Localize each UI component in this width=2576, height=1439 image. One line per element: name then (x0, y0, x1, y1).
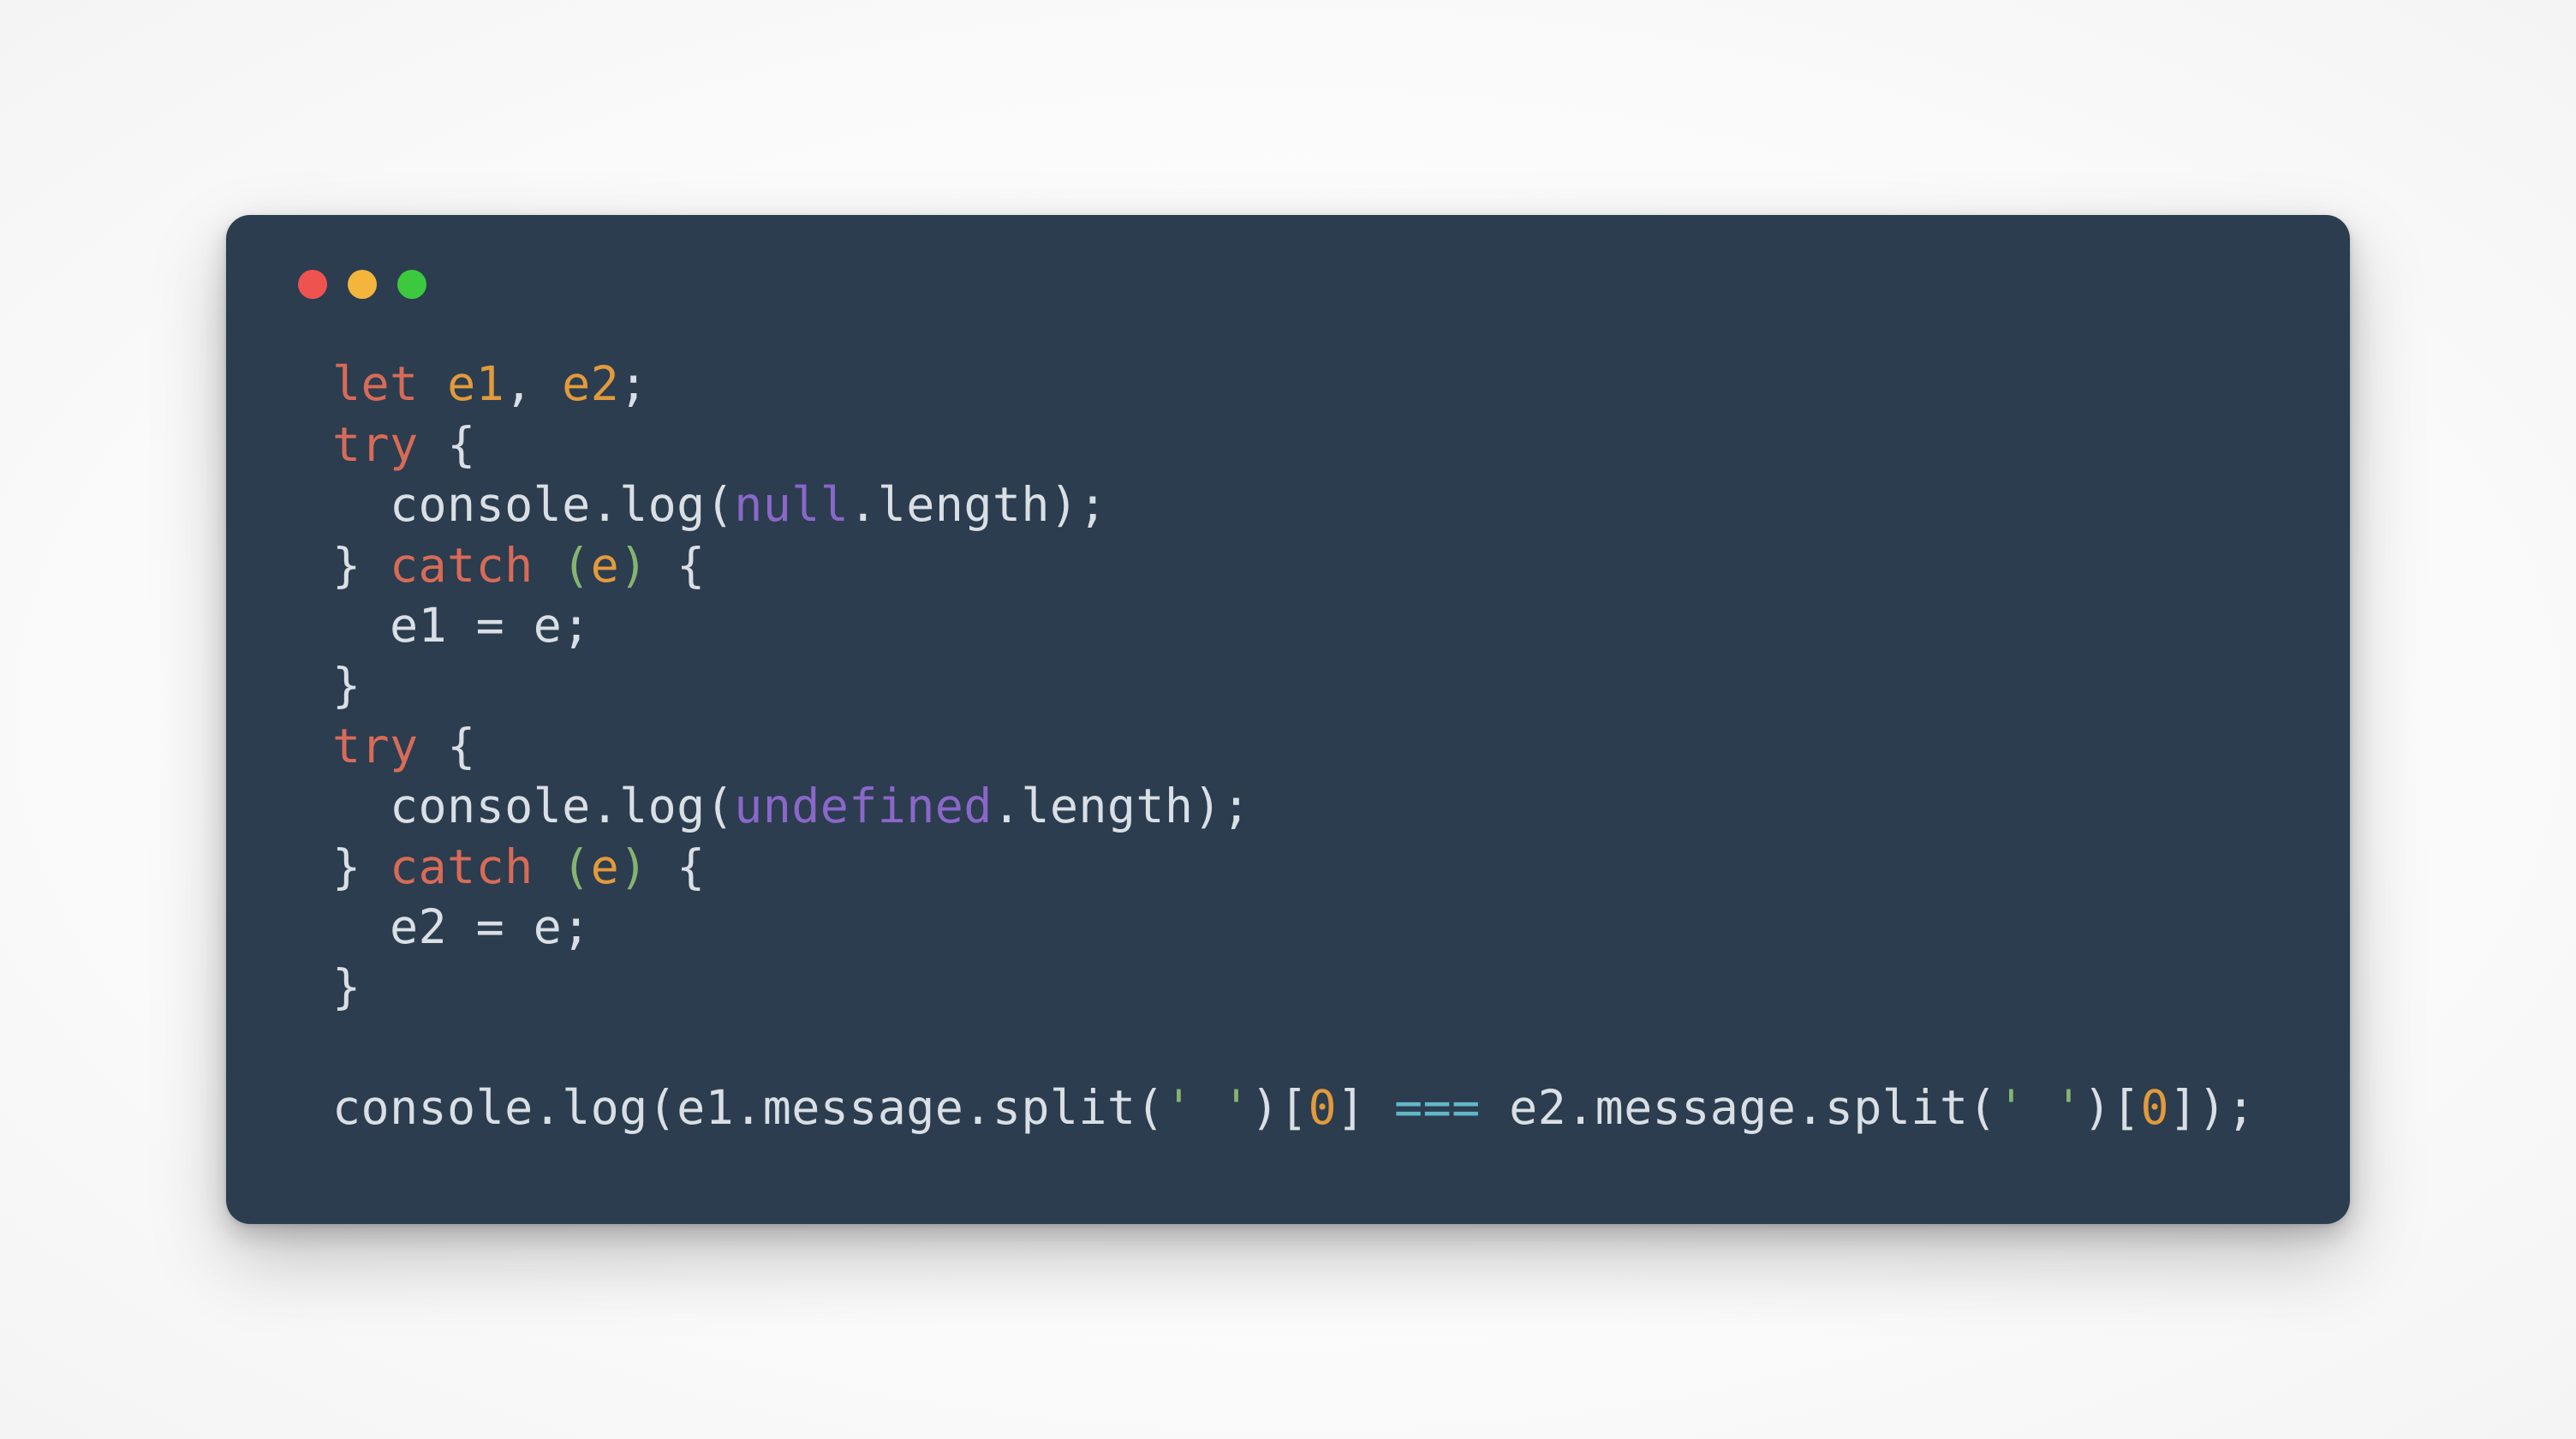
code-token: try (332, 719, 447, 773)
stage: let e1, e2; try { console.log(null.lengt… (0, 0, 2576, 1439)
code-token: { (447, 417, 476, 472)
code-token: log (562, 1080, 648, 1135)
code-token: e1 (677, 1080, 734, 1135)
code-token: } (332, 658, 361, 713)
code-token: . (734, 1080, 763, 1135)
code-token: . (1796, 1080, 1825, 1135)
code-token: ' ' (1997, 1080, 2084, 1135)
code-token: { (648, 839, 706, 894)
code-token: { (648, 538, 706, 593)
code-token: ( (562, 538, 591, 593)
code-token: log (619, 779, 706, 833)
code-token: ); (1193, 779, 1250, 833)
code-token: console (332, 1080, 534, 1135)
code-token: . (1566, 1080, 1595, 1135)
code-token: console (332, 779, 591, 833)
zoom-icon[interactable] (397, 270, 426, 299)
code-window: let e1, e2; try { console.log(null.lengt… (226, 215, 2350, 1223)
code-token: = (476, 598, 534, 653)
code-token: ( (1968, 1080, 1997, 1135)
code-token: { (447, 719, 476, 773)
code-token: . (534, 1080, 563, 1135)
code-token: } (332, 959, 361, 1014)
code-token: split (1825, 1080, 1969, 1135)
code-token: . (849, 477, 878, 532)
code-token: null (734, 477, 849, 532)
code-token: } (332, 839, 390, 894)
minimize-icon[interactable] (348, 270, 377, 299)
code-token: ( (706, 779, 735, 833)
code-token: ] (1337, 1080, 1394, 1135)
code-token: = (476, 899, 534, 954)
code-token: ) (619, 538, 648, 593)
code-token: console (332, 477, 591, 532)
code-token: catch (390, 839, 562, 894)
code-token: message (1595, 1080, 1797, 1135)
code-token: . (963, 1080, 993, 1135)
code-token: e (591, 839, 620, 894)
code-token: ; (562, 598, 591, 653)
code-token: message (763, 1080, 964, 1135)
code-token: , (504, 356, 562, 411)
code-token: ) (619, 839, 648, 894)
code-token: ; (619, 356, 648, 411)
code-token: . (591, 477, 620, 532)
code-token: try (332, 417, 447, 472)
code-token: split (993, 1080, 1136, 1135)
code-token: ' ' (1165, 1080, 1251, 1135)
code-token: ; (562, 899, 591, 954)
code-token: length (878, 477, 1050, 532)
code-token: e (534, 598, 563, 653)
code-block: let e1, e2; try { console.log(null.lengt… (295, 354, 2281, 1137)
window-controls (295, 270, 2281, 299)
code-token: catch (390, 538, 562, 593)
code-token: ( (562, 839, 591, 894)
code-token: ( (1136, 1080, 1165, 1135)
code-token: e (591, 538, 620, 593)
code-token: === (1394, 1080, 1481, 1135)
code-token: e2 (1481, 1080, 1567, 1135)
code-token: 0 (1309, 1080, 1338, 1135)
code-token: e1 (447, 356, 504, 411)
code-token: )[ (1250, 1080, 1308, 1135)
code-token: e1 (332, 598, 476, 653)
code-token: let (332, 356, 447, 411)
close-icon[interactable] (298, 270, 327, 299)
code-token: ( (706, 477, 735, 532)
code-token: 0 (2140, 1080, 2169, 1135)
code-token: e2 (562, 356, 619, 411)
code-token: e (534, 899, 563, 954)
code-token: ]); (2169, 1080, 2256, 1135)
code-token: log (619, 477, 706, 532)
code-token: e2 (332, 899, 476, 954)
code-token: . (993, 779, 1022, 833)
code-token: . (591, 779, 620, 833)
code-token: ( (648, 1080, 677, 1135)
code-token: length (1021, 779, 1193, 833)
code-token: undefined (734, 779, 993, 833)
code-token: } (332, 538, 390, 593)
code-token: ); (1050, 477, 1107, 532)
code-token: )[ (2083, 1080, 2140, 1135)
